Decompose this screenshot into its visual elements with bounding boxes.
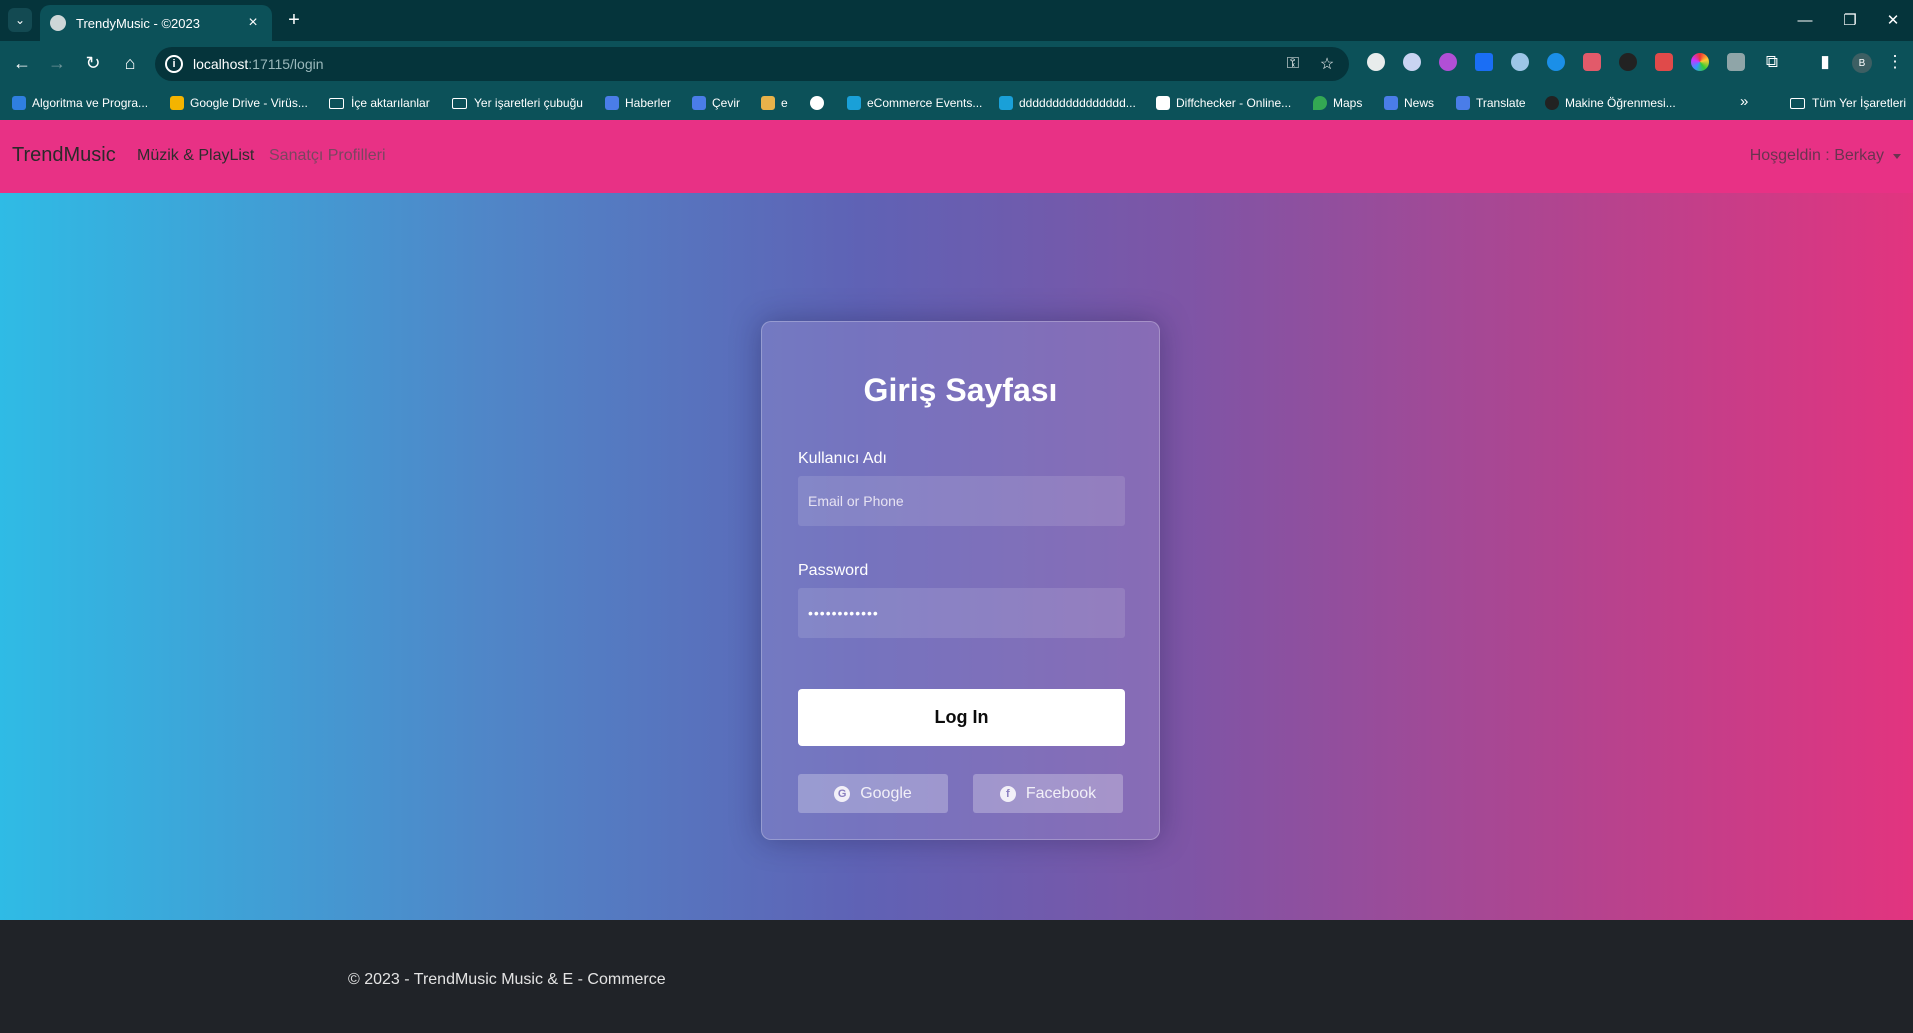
close-window-button[interactable]: ✕: [1873, 6, 1913, 34]
folder-icon: [452, 97, 467, 109]
globe-icon: [50, 15, 66, 31]
extension-icon[interactable]: [1619, 53, 1637, 71]
tab-close-icon[interactable]: ×: [244, 14, 262, 32]
drive-icon: [170, 96, 184, 110]
brand-logo[interactable]: TrendMusic: [12, 144, 116, 167]
forward-button[interactable]: →: [44, 50, 70, 76]
page-title: Giriş Sayfası: [863, 372, 1058, 408]
star-icon[interactable]: ☆: [1317, 54, 1337, 74]
bookmark-item[interactable]: Translate: [1456, 93, 1526, 113]
extension-icon[interactable]: [1403, 53, 1421, 71]
profile-avatar[interactable]: B: [1852, 53, 1872, 73]
url-text: localhost:17115/login: [193, 56, 324, 72]
browser-tab[interactable]: TrendyMusic - ©2023 ×: [40, 5, 272, 41]
news-icon: [1384, 96, 1398, 110]
site-navbar: TrendMusic Müzik & PlayList Sanatçı Prof…: [0, 120, 1913, 193]
back-button[interactable]: ←: [9, 50, 35, 76]
puzzle-icon[interactable]: ⧉: [1762, 52, 1782, 72]
login-card: Giriş Sayfası Kullanıcı Adı Email or Pho…: [761, 321, 1160, 840]
username-input[interactable]: Email or Phone: [798, 476, 1125, 526]
bookmark-folder[interactable]: İçe aktarılanlar: [329, 93, 430, 113]
home-button[interactable]: ⌂: [117, 50, 143, 76]
bookmarks-overflow-icon[interactable]: »: [1740, 93, 1748, 110]
google-icon: G: [834, 785, 851, 802]
facebook-login-button[interactable]: f Facebook: [973, 774, 1123, 813]
diffchecker-icon: [1156, 96, 1170, 110]
bookmark-item[interactable]: eCommerce Events...: [847, 93, 982, 113]
extension-icon[interactable]: [1367, 53, 1385, 71]
google-login-button[interactable]: G Google: [798, 774, 948, 813]
camera-icon[interactable]: [1727, 53, 1745, 71]
extension-icon[interactable]: [1655, 53, 1673, 71]
globe-icon: [810, 96, 824, 110]
password-label: Password: [798, 562, 869, 579]
user-dropdown[interactable]: Hoşgeldin : Berkay: [1750, 147, 1901, 165]
news-icon: [605, 96, 619, 110]
folder-icon: [329, 97, 344, 109]
extension-icon[interactable]: [1439, 53, 1457, 71]
minimize-button[interactable]: —: [1785, 6, 1825, 34]
bookmark-item[interactable]: Algoritma ve Progra...: [12, 93, 148, 113]
bookmark-item[interactable]: News: [1384, 93, 1434, 113]
username-label: Kullanıcı Adı: [798, 450, 887, 467]
menu-icon[interactable]: ⋮: [1885, 52, 1905, 72]
bookmark-item[interactable]: dddddddddddddddd...: [999, 93, 1136, 113]
tab-title: TrendyMusic - ©2023: [76, 15, 200, 31]
map-pin-icon: [1313, 96, 1327, 110]
caret-down-icon: [1893, 153, 1901, 159]
bookmark-item[interactable]: e: [761, 93, 788, 113]
bookmark-item[interactable]: Çevir: [692, 93, 740, 113]
login-hero: Giriş Sayfası Kullanıcı Adı Email or Pho…: [0, 193, 1913, 920]
bookmark-item[interactable]: Google Drive - Virüs...: [170, 93, 308, 113]
side-panel-icon[interactable]: ▮: [1815, 52, 1835, 72]
password-input[interactable]: ••••••••••••: [798, 588, 1125, 638]
login-button[interactable]: Log In: [798, 689, 1125, 746]
folder-icon: [1790, 97, 1805, 109]
footer-copyright: © 2023 - TrendMusic Music & E - Commerce: [348, 971, 666, 988]
wordpress-icon: [1545, 96, 1559, 110]
extension-icon[interactable]: [1475, 53, 1493, 71]
facebook-icon: f: [999, 785, 1016, 802]
bookmarks-bar: Algoritma ve Progra... Google Drive - Vi…: [0, 85, 1913, 120]
browser-tab-bar: ⌄ TrendyMusic - ©2023 × + — ❐ ✕: [0, 0, 1913, 41]
bookmark-item[interactable]: [810, 93, 830, 113]
extension-icon[interactable]: [1547, 53, 1565, 71]
new-tab-button[interactable]: +: [282, 8, 306, 32]
all-bookmarks-folder[interactable]: Tüm Yer İşaretleri: [1790, 93, 1906, 113]
bookmark-item[interactable]: Haberler: [605, 93, 671, 113]
extension-icon[interactable]: [1511, 53, 1529, 71]
restore-button[interactable]: ❐: [1830, 6, 1870, 34]
nav-link-music-playlist[interactable]: Müzik & PlayList: [137, 147, 254, 165]
nav-link-artist-profiles[interactable]: Sanatçı Profilleri: [269, 147, 386, 165]
extension-icon[interactable]: [1691, 53, 1709, 71]
translate-icon: [692, 96, 706, 110]
k-icon: [999, 96, 1013, 110]
reload-button[interactable]: ↻: [80, 50, 106, 76]
bookmark-item[interactable]: Diffchecker - Online...: [1156, 93, 1291, 113]
bookmark-item[interactable]: Makine Öğrenmesi...: [1545, 93, 1676, 113]
mail-icon: [761, 96, 775, 110]
address-bar[interactable]: i localhost:17115/login ⚿ ☆: [155, 47, 1349, 81]
bookmark-folder[interactable]: Yer işaretleri çubuğu: [452, 93, 583, 113]
site-info-icon[interactable]: i: [165, 55, 183, 73]
tab-search-button[interactable]: ⌄: [8, 8, 32, 32]
extension-icon[interactable]: [1583, 53, 1601, 71]
k-icon: [847, 96, 861, 110]
bookmark-item[interactable]: Maps: [1313, 93, 1362, 113]
translate-icon: [1456, 96, 1470, 110]
site-footer: © 2023 - TrendMusic Music & E - Commerce: [0, 920, 1913, 1033]
key-icon[interactable]: ⚿: [1283, 54, 1303, 74]
bookmark-favicon-icon: [12, 96, 26, 110]
